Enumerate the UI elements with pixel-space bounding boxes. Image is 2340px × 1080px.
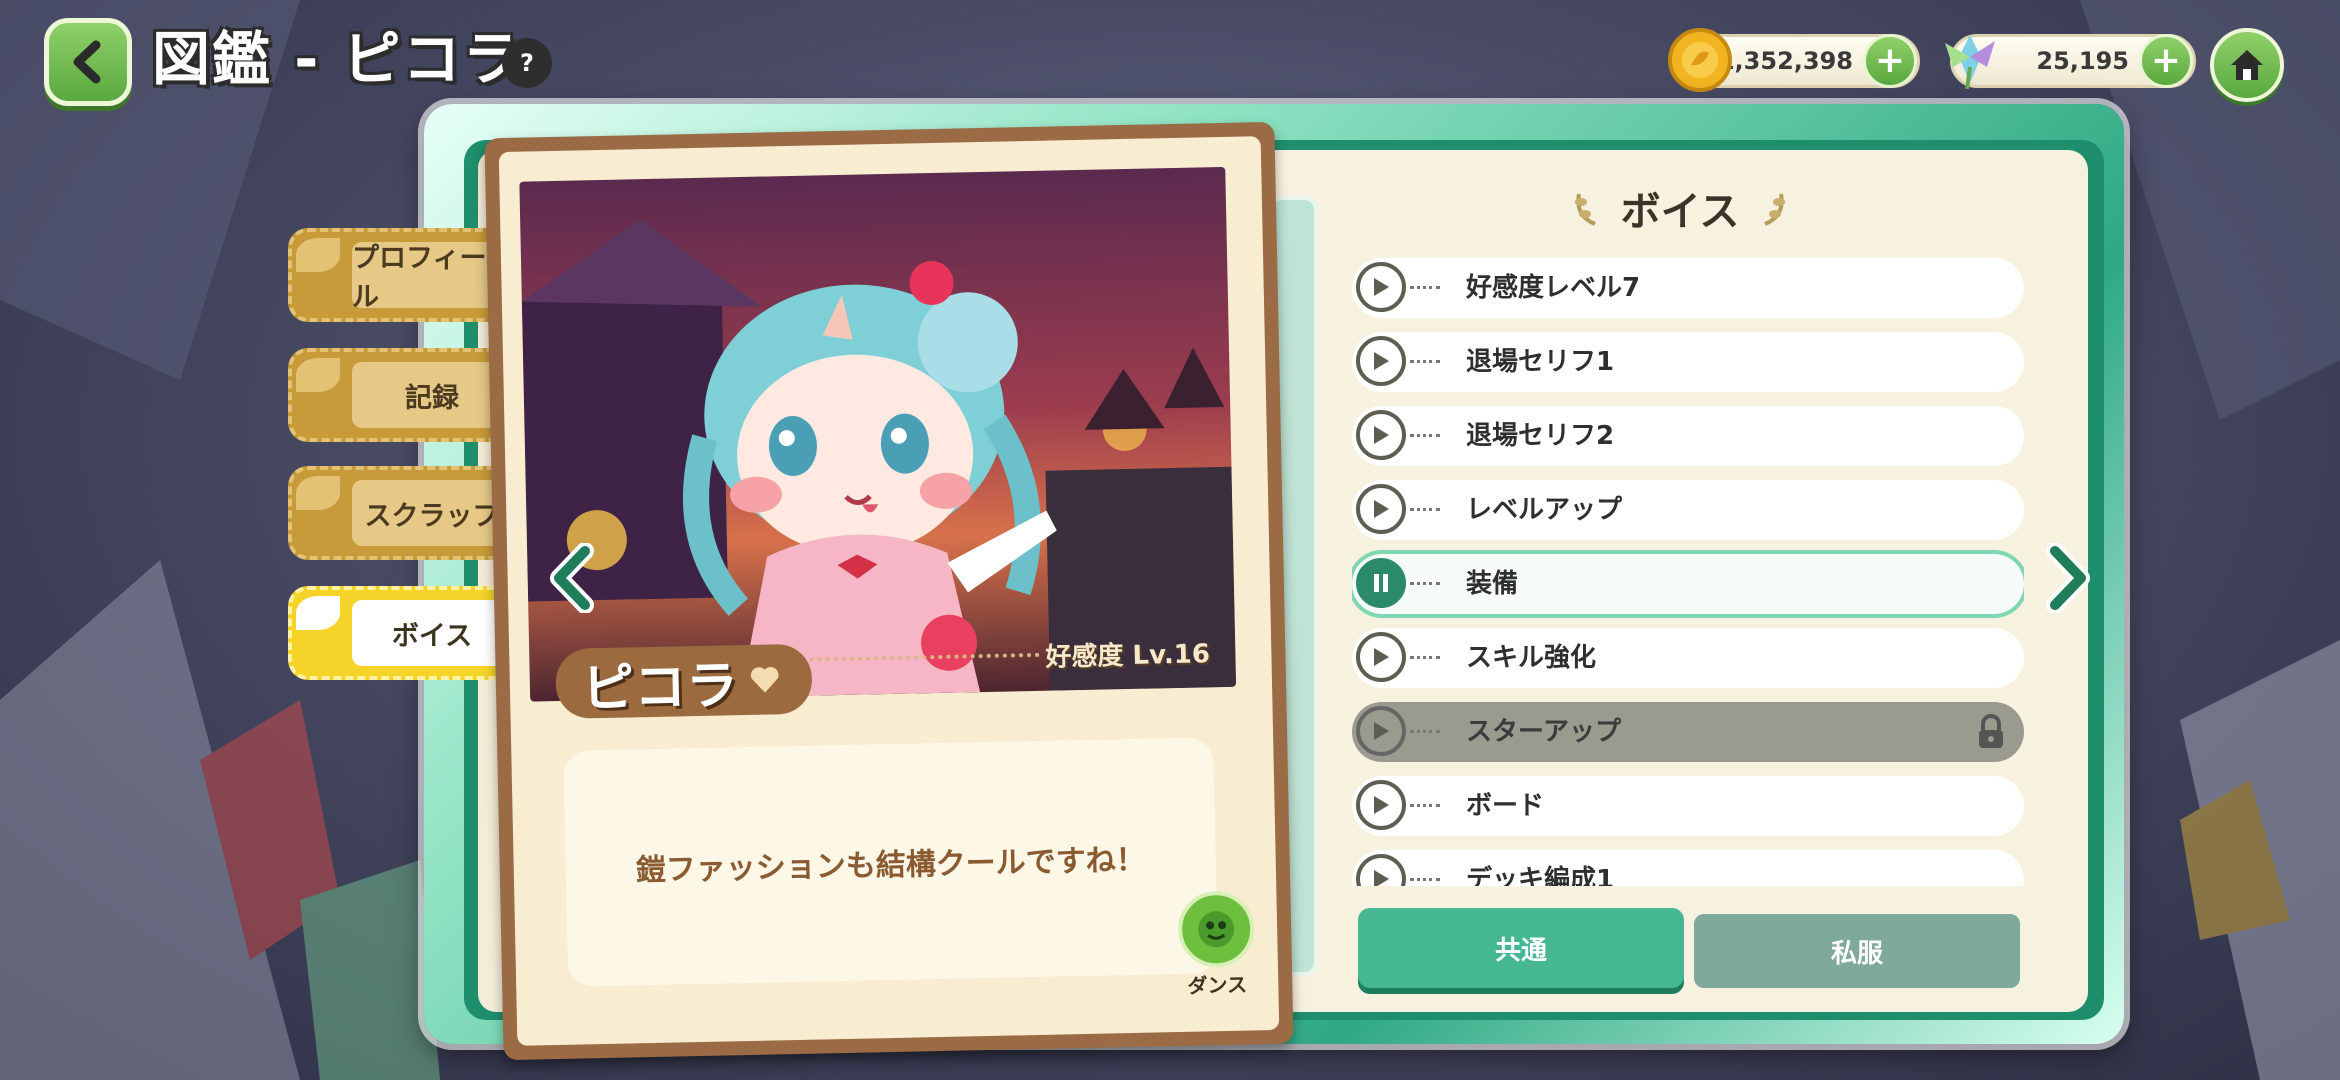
chevron-left-icon [73, 40, 101, 84]
lock-icon [1979, 714, 2003, 748]
dots-divider [1410, 360, 1440, 363]
character-portrait [519, 166, 1237, 702]
leaf-icon [296, 476, 340, 510]
voice-quote-text: 鎧ファッションも結構クールですね！ [635, 842, 1147, 889]
add-coins-button[interactable]: + [1863, 34, 1917, 88]
voice-list[interactable]: 好感度レベル7 退場セリフ1 退場セリフ2 レベルアップ 装備 スキル強化 スタ… [1352, 258, 2024, 886]
voice-item-label: 装備 [1466, 569, 1519, 599]
gem-amount: 25,195 [2036, 47, 2129, 75]
dots-divider [1410, 730, 1440, 733]
home-button[interactable] [2210, 28, 2284, 102]
card-inner: ピコラ 好感度 Lv.16 鎧ファッションも結構クールですね！ ダンス [498, 136, 1280, 1046]
coin-counter: 1,352,398 + [1668, 28, 1920, 92]
home-icon [2231, 50, 2263, 80]
voice-item-label: スターアップ [1466, 717, 1621, 747]
dots-divider [1410, 656, 1440, 659]
voice-item-label: 退場セリフ1 [1466, 347, 1615, 377]
play-icon[interactable] [1356, 262, 1406, 312]
previous-character-button[interactable] [544, 538, 600, 618]
play-icon[interactable] [1356, 854, 1406, 886]
affinity-level: 好感度 Lv.16 [1045, 639, 1211, 673]
leaf-icon [296, 596, 340, 630]
dance-button[interactable]: ダンス [1170, 890, 1262, 1012]
voice-section-header: ボイス [1540, 178, 1820, 238]
dots-divider [1410, 434, 1440, 437]
play-icon[interactable] [1356, 484, 1406, 534]
voice-item-label: デッキ編成1 [1466, 865, 1615, 886]
help-icon: ? [520, 49, 534, 77]
voice-quote: 鎧ファッションも結構クールですね！ [563, 737, 1219, 987]
voice-item[interactable]: レベルアップ [1352, 480, 2024, 540]
voice-item-label: ボード [1466, 791, 1545, 821]
character-name: ピコラ [581, 655, 739, 719]
voice-item-label: 退場セリフ2 [1466, 421, 1615, 451]
dots-divider [1410, 508, 1440, 511]
chevron-left-icon [550, 543, 594, 613]
play-icon [1356, 706, 1406, 756]
voice-item[interactable]: デッキ編成1 [1352, 850, 2024, 886]
help-button[interactable]: ? [502, 38, 552, 88]
page-title: 図鑑 - ピコラ [152, 25, 523, 93]
character-card: ピコラ 好感度 Lv.16 鎧ファッションも結構クールですね！ ダンス [484, 121, 1294, 1061]
voice-item[interactable]: スキル強化 [1352, 628, 2024, 688]
back-button[interactable] [44, 18, 132, 106]
coin-amount: 1,352,398 [1717, 47, 1853, 75]
voice-item-playing[interactable]: 装備 [1352, 554, 2024, 614]
gem-counter: 25,195 + [1945, 34, 2196, 90]
dots-divider [1410, 582, 1440, 585]
voice-item-label: レベルアップ [1466, 495, 1623, 525]
voice-item[interactable]: 好感度レベル7 [1352, 258, 2024, 318]
coin-icon [1665, 25, 1735, 95]
tab-voice-label: ボイス [352, 600, 512, 666]
heart-icon [750, 667, 779, 693]
laurel-right-icon [1764, 193, 1786, 226]
voice-item[interactable]: 退場セリフ2 [1352, 406, 2024, 466]
voice-item-label: 好感度レベル7 [1466, 273, 1641, 303]
next-character-button[interactable] [2040, 538, 2096, 618]
voice-item-label: スキル強化 [1466, 643, 1597, 673]
voice-item[interactable]: ボード [1352, 776, 2024, 836]
character-name-plate: ピコラ [555, 643, 813, 719]
dots-divider [1410, 286, 1440, 289]
voice-item-locked: スターアップ [1352, 702, 2024, 762]
leaf-icon [296, 358, 340, 392]
common-voice-button[interactable]: 共通 [1358, 908, 1684, 988]
voice-title: ボイス [1620, 189, 1740, 235]
private-outfit-voice-button[interactable]: 私服 [1694, 914, 2020, 988]
crystal-leaf-icon [1935, 25, 2005, 95]
dots-divider [1410, 878, 1440, 881]
leaf-icon [296, 238, 340, 272]
play-icon[interactable] [1356, 410, 1406, 460]
laurel-left-icon [1574, 193, 1596, 226]
play-icon[interactable] [1356, 632, 1406, 682]
dance-icon [1177, 890, 1255, 969]
add-gems-button[interactable]: + [2139, 34, 2193, 88]
tab-voice[interactable]: ボイス [288, 586, 528, 680]
play-icon[interactable] [1356, 780, 1406, 830]
dance-label: ダンス [1187, 972, 1248, 998]
chevron-right-icon [2046, 543, 2090, 613]
tab-record-label: 記録 [352, 362, 512, 428]
play-icon[interactable] [1356, 336, 1406, 386]
tab-scrap-label: スクラップ [352, 480, 512, 546]
voice-item[interactable]: 退場セリフ1 [1352, 332, 2024, 392]
pause-icon[interactable] [1356, 558, 1406, 608]
dots-divider [1410, 804, 1440, 807]
